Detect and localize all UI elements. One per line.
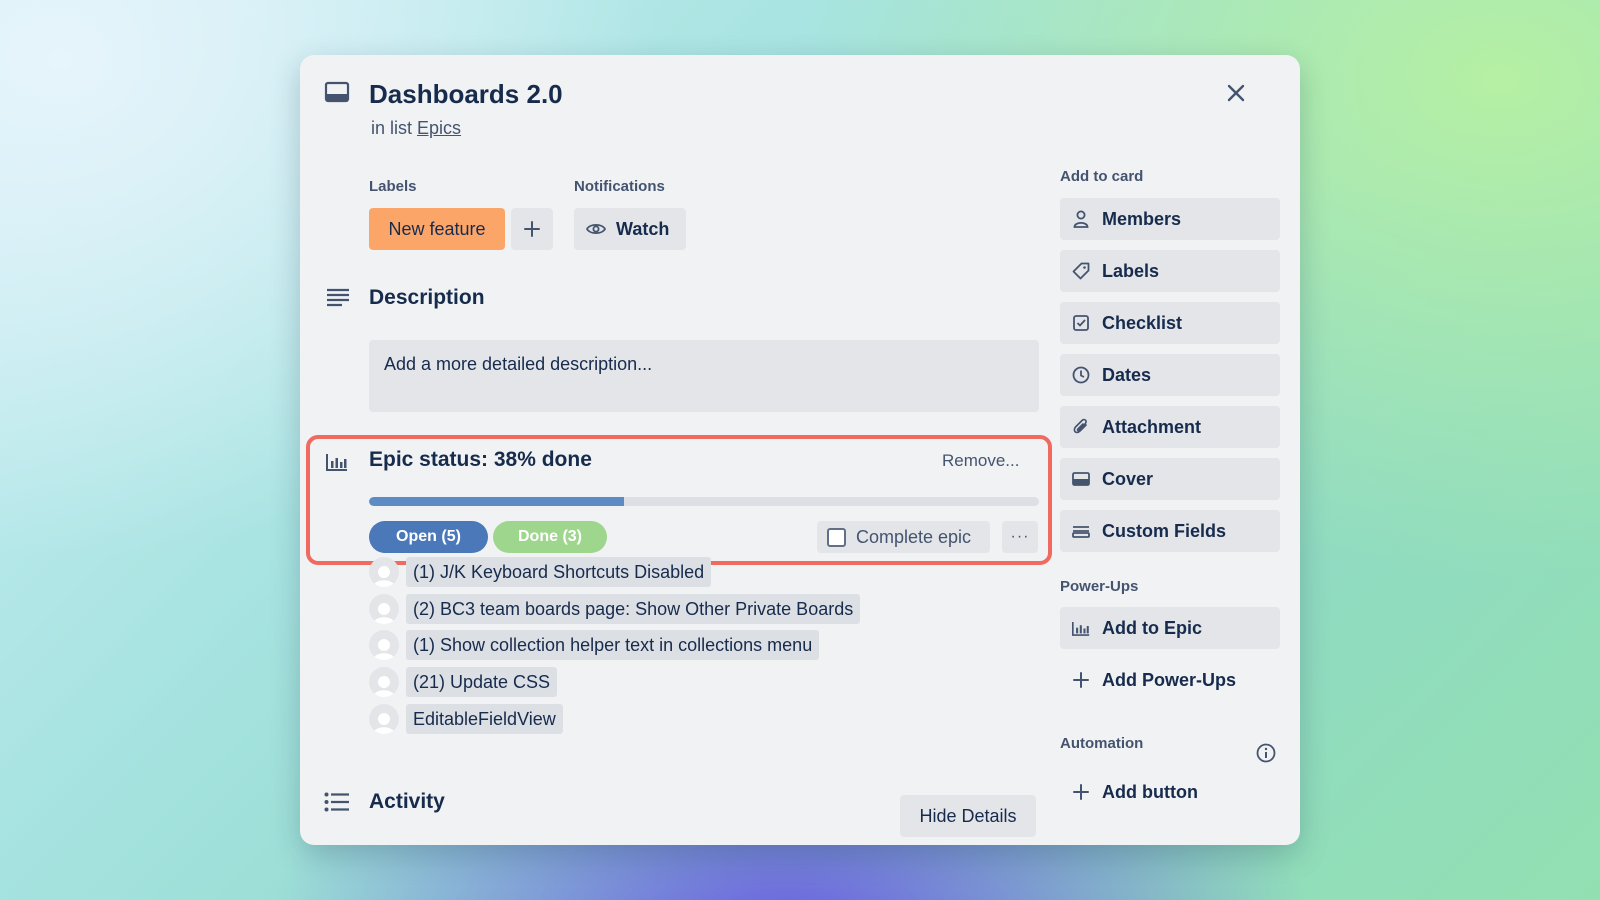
cover-button[interactable]: Cover xyxy=(1060,458,1280,500)
avatar xyxy=(369,630,399,660)
card-detail-modal: Dashboards 2.0 in list Epics Labels New … xyxy=(300,55,1300,845)
info-icon[interactable] xyxy=(1256,743,1276,763)
close-icon xyxy=(1226,83,1246,103)
complete-epic-label: Complete epic xyxy=(856,526,972,547)
task-row[interactable]: EditableFieldView xyxy=(369,704,563,734)
epic-more-button[interactable]: ··· xyxy=(1002,521,1038,553)
complete-epic-button[interactable]: Complete epic xyxy=(817,521,990,553)
label-new-feature[interactable]: New feature xyxy=(369,208,505,250)
members-button[interactable]: Members xyxy=(1060,198,1280,240)
plus-icon xyxy=(523,220,541,238)
epic-status-title: Epic status: 38% done xyxy=(369,448,592,471)
custom-fields-icon xyxy=(1071,524,1090,538)
remove-epic-link[interactable]: Remove... xyxy=(942,451,1019,471)
bar-chart-icon xyxy=(326,453,348,471)
list-link[interactable]: Epics xyxy=(417,118,461,138)
attachment-button[interactable]: Attachment xyxy=(1060,406,1280,448)
plus-icon xyxy=(1071,783,1090,801)
complete-epic-checkbox[interactable] xyxy=(827,527,846,547)
task-label[interactable]: EditableFieldView xyxy=(406,704,563,734)
task-row[interactable]: (2) BC3 team boards page: Show Other Pri… xyxy=(369,594,861,624)
labels-label: Labels xyxy=(1102,260,1160,281)
task-label[interactable]: (21) Update CSS xyxy=(406,667,558,697)
add-to-card-heading: Add to card xyxy=(1060,168,1144,185)
checklist-button[interactable]: Checklist xyxy=(1060,302,1280,344)
clock-icon xyxy=(1071,366,1090,384)
description-heading: Description xyxy=(369,286,485,309)
add-automation-button[interactable]: Add button xyxy=(1060,771,1280,813)
watch-button[interactable]: Watch xyxy=(574,208,686,250)
labels-button[interactable]: Labels xyxy=(1060,250,1280,292)
card-title[interactable]: Dashboards 2.0 xyxy=(369,79,563,110)
add-label-button[interactable] xyxy=(511,208,553,250)
tab-done[interactable]: Done (3) xyxy=(493,521,607,553)
notifications-heading: Notifications xyxy=(574,178,665,195)
activity-heading: Activity xyxy=(369,790,445,813)
card-icon xyxy=(324,81,350,103)
bar-chart-icon xyxy=(1071,621,1090,636)
members-label: Members xyxy=(1102,208,1182,229)
add-powerups-button[interactable]: Add Power-Ups xyxy=(1060,659,1280,701)
checklist-label: Checklist xyxy=(1102,312,1183,333)
eye-icon xyxy=(586,222,606,236)
person-icon xyxy=(1071,210,1090,228)
avatar xyxy=(369,594,399,624)
add-to-epic-button[interactable]: Add to Epic xyxy=(1060,607,1280,649)
activity-icon xyxy=(324,792,350,812)
tab-open[interactable]: Open (5) xyxy=(369,521,488,553)
custom-fields-button[interactable]: Custom Fields xyxy=(1060,510,1280,552)
task-label[interactable]: (1) Show collection helper text in colle… xyxy=(406,630,820,660)
automation-heading: Automation xyxy=(1060,735,1144,752)
powerups-heading: Power-Ups xyxy=(1060,578,1139,595)
card-list-info: in list Epics xyxy=(371,118,461,139)
hide-details-button[interactable]: Hide Details xyxy=(900,795,1036,837)
task-row[interactable]: (1) J/K Keyboard Shortcuts Disabled xyxy=(369,557,712,587)
custom-fields-label: Custom Fields xyxy=(1102,520,1227,541)
cover-label: Cover xyxy=(1102,468,1154,489)
plus-icon xyxy=(1071,671,1090,689)
epic-progress-fill xyxy=(369,497,624,506)
close-button[interactable] xyxy=(1218,75,1254,111)
watch-label: Watch xyxy=(616,218,670,239)
attachment-label: Attachment xyxy=(1102,416,1202,437)
tag-icon xyxy=(1071,262,1090,280)
add-to-epic-label: Add to Epic xyxy=(1102,617,1202,638)
add-button-label: Add button xyxy=(1102,781,1198,802)
add-powerups-label: Add Power-Ups xyxy=(1102,669,1237,690)
description-input[interactable]: Add a more detailed description... xyxy=(369,340,1039,412)
avatar xyxy=(369,557,399,587)
paperclip-icon xyxy=(1071,418,1090,436)
cover-icon xyxy=(1071,472,1090,486)
in-list-prefix: in list xyxy=(371,118,413,138)
dates-label: Dates xyxy=(1102,364,1152,385)
epic-progress-bar xyxy=(369,497,1039,506)
checkbox-icon xyxy=(1071,315,1090,331)
avatar xyxy=(369,704,399,734)
description-icon xyxy=(326,288,350,308)
dates-button[interactable]: Dates xyxy=(1060,354,1280,396)
avatar xyxy=(369,667,399,697)
task-label[interactable]: (1) J/K Keyboard Shortcuts Disabled xyxy=(406,557,712,587)
task-row[interactable]: (21) Update CSS xyxy=(369,667,558,697)
task-row[interactable]: (1) Show collection helper text in colle… xyxy=(369,630,820,660)
task-label[interactable]: (2) BC3 team boards page: Show Other Pri… xyxy=(406,594,861,624)
labels-heading: Labels xyxy=(369,178,417,195)
